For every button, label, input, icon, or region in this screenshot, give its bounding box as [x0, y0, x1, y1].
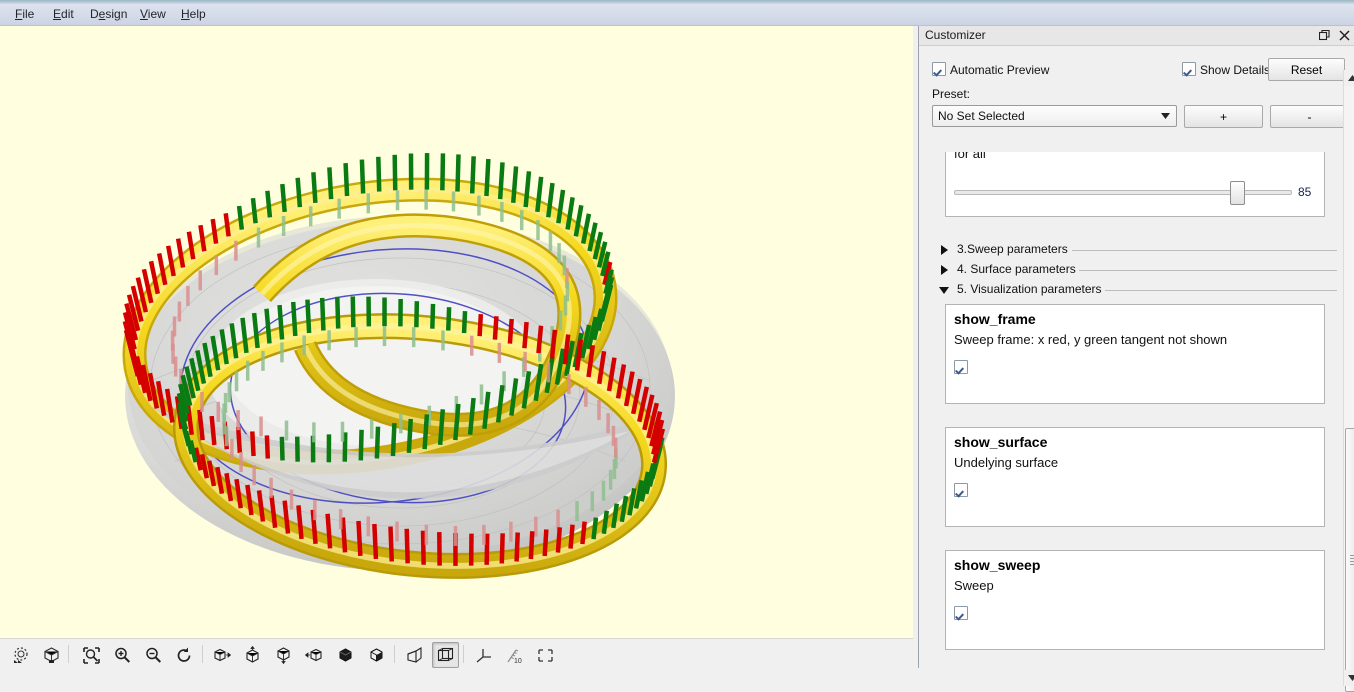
reset-view-icon[interactable]	[171, 642, 198, 668]
show-surface-checkbox[interactable]	[954, 483, 968, 497]
scrollbar-thumb[interactable]	[1345, 428, 1354, 692]
menu-file-label: ile	[22, 7, 34, 21]
zoom-out-icon[interactable]	[140, 642, 167, 668]
section-visualization-parameters[interactable]: 5. Visualization parameters	[927, 280, 1341, 300]
parameter-card-show-frame: show_frame Sweep frame: x red, y green t…	[945, 304, 1325, 404]
menu-edit[interactable]: Edit	[48, 7, 79, 22]
parameter-slider-thumb[interactable]	[1230, 181, 1245, 205]
show-frame-title: show_frame	[954, 311, 1036, 327]
parameter-slider-value: 85	[1298, 185, 1311, 199]
dock-title-bar: Customizer	[919, 26, 1354, 46]
perspective-icon[interactable]	[401, 642, 428, 668]
section-sweep-parameters[interactable]: 3.Sweep parameters	[927, 240, 1341, 260]
section-surface-label: 4. Surface parameters	[957, 262, 1076, 276]
show-sweep-title: show_sweep	[954, 557, 1040, 573]
3d-viewport[interactable]	[0, 26, 913, 638]
show-crosshairs-icon[interactable]	[532, 642, 559, 668]
automatic-preview-row[interactable]: Automatic Preview	[932, 62, 1049, 77]
show-axes-icon[interactable]	[470, 642, 497, 668]
view-front-icon[interactable]	[332, 642, 359, 668]
view-left-icon[interactable]	[301, 642, 328, 668]
scroll-up-arrow-icon[interactable]	[1344, 70, 1354, 86]
show-details-checkbox[interactable]	[1182, 62, 1196, 76]
chevron-right-icon	[941, 265, 948, 275]
view-toolbar: 10	[0, 638, 913, 669]
clipped-parameter-label: for all	[954, 152, 986, 161]
toolbar-separator-2	[202, 645, 203, 663]
zoom-fit-icon[interactable]	[78, 642, 105, 668]
section-visualization-label: 5. Visualization parameters	[957, 282, 1102, 296]
show-surface-title: show_surface	[954, 434, 1047, 450]
scroll-down-arrow-icon[interactable]	[1344, 670, 1354, 686]
section-rule	[1072, 250, 1337, 251]
show-details-row[interactable]: Show Details	[1182, 62, 1270, 77]
chevron-down-icon	[939, 287, 949, 294]
menu-view[interactable]: View	[135, 7, 171, 22]
show-scale-icon[interactable]: 10	[501, 642, 528, 668]
menu-bar: File Edit Design View Help	[0, 4, 1354, 26]
show-sweep-description: Sweep	[954, 578, 994, 593]
menu-design[interactable]: Design	[85, 7, 132, 22]
preset-add-button[interactable]: +	[1184, 105, 1263, 128]
orthographic-icon[interactable]	[432, 642, 459, 668]
parameter-card-show-sweep: show_sweep Sweep	[945, 550, 1325, 650]
menu-edit-label: dit	[61, 7, 74, 21]
dock-title-label: Customizer	[925, 28, 986, 42]
view-right-icon[interactable]	[208, 642, 235, 668]
model-render	[0, 26, 913, 638]
view-bottom-icon[interactable]	[270, 642, 297, 668]
toolbar-separator-3	[394, 645, 395, 663]
reset-button[interactable]: Reset	[1268, 58, 1345, 81]
preset-remove-button[interactable]: -	[1270, 105, 1349, 128]
clipped-parameter-card: for all 85	[945, 152, 1325, 217]
view-back-icon[interactable]	[363, 642, 390, 668]
automatic-preview-checkbox[interactable]	[932, 62, 946, 76]
show-frame-description: Sweep frame: x red, y green tangent not …	[954, 332, 1227, 347]
menu-file[interactable]: File	[10, 7, 39, 22]
section-rule	[1105, 290, 1337, 291]
show-surface-description: Undelying surface	[954, 455, 1058, 470]
automatic-preview-label: Automatic Preview	[950, 63, 1049, 77]
customizer-panel: Automatic Preview Show Details Reset Pre…	[923, 48, 1337, 664]
zoom-in-icon[interactable]	[109, 642, 136, 668]
preset-label: Preset:	[932, 87, 970, 101]
chevron-down-icon	[1154, 106, 1176, 126]
application-window: File Edit Design View Help	[0, 0, 1354, 668]
section-rule	[1079, 270, 1337, 271]
toolbar-separator-4	[463, 645, 464, 663]
float-icon[interactable]	[1317, 28, 1332, 43]
close-icon[interactable]	[1337, 28, 1352, 43]
menu-help[interactable]: Help	[176, 7, 211, 22]
section-surface-parameters[interactable]: 4. Surface parameters	[927, 260, 1341, 280]
customizer-dock: Customizer Automatic Preview Show Detail…	[918, 26, 1354, 668]
view-top-icon[interactable]	[239, 642, 266, 668]
show-sweep-checkbox[interactable]	[954, 606, 968, 620]
panel-scrollbar[interactable]	[1343, 70, 1354, 686]
show-details-label: Show Details	[1200, 63, 1270, 77]
view-all-icon[interactable]	[38, 642, 65, 668]
toolbar-separator-1	[68, 645, 69, 663]
animate-rotate-icon[interactable]	[8, 642, 35, 668]
svg-text:10: 10	[514, 658, 522, 665]
parameter-scroll-area: for all 85 3.Sweep parameters 4. Surface…	[927, 152, 1341, 686]
show-frame-checkbox[interactable]	[954, 360, 968, 374]
chevron-right-icon	[941, 245, 948, 255]
parameter-card-show-surface: show_surface Undelying surface	[945, 427, 1325, 527]
preset-combobox[interactable]: No Set Selected	[932, 105, 1177, 127]
preset-value: No Set Selected	[938, 109, 1025, 123]
section-sweep-label: 3.Sweep parameters	[957, 242, 1068, 256]
